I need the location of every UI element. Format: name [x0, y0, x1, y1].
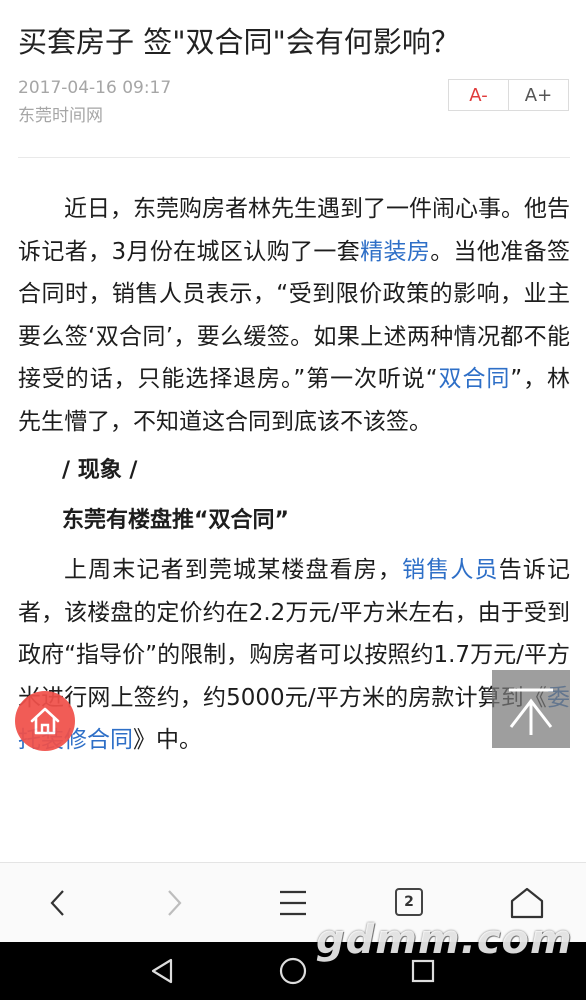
tabs-button[interactable]: 2	[395, 888, 423, 916]
home-icon	[30, 707, 60, 735]
site-watermark: gdmm.com	[316, 917, 573, 963]
home-floating-button[interactable]	[15, 691, 75, 751]
paragraph-visit: 上周末记者到莞城某楼盘看房，销售人员告诉记者，该楼盘的定价约在2.2万元/平方米…	[18, 549, 570, 762]
article-title: 买套房子 签"双合同"会有何影响？	[18, 25, 460, 59]
browser-forward-button[interactable]	[139, 863, 209, 943]
triangle-back-icon	[151, 958, 173, 984]
circle-home-icon	[279, 957, 307, 985]
chevron-left-icon	[50, 890, 64, 916]
keyword-link-sales[interactable]: 销售人员	[402, 557, 499, 583]
back-to-top-button[interactable]	[492, 670, 570, 748]
browser-back-button[interactable]	[23, 863, 93, 943]
font-size-control: A- A+	[448, 79, 569, 111]
publish-date: 2017-04-16 09:17	[18, 78, 172, 98]
article-source: 东莞时间网	[18, 106, 103, 126]
paragraph-intro: 近日，东莞购房者林先生遇到了一件闹心事。他告诉记者，3月份在城区认购了一套精装房…	[18, 188, 570, 443]
keyword-link-jingzhuangfang[interactable]: 精装房	[360, 239, 430, 265]
section-heading-phenomenon: / 现象 /	[62, 458, 138, 483]
font-decrease-button[interactable]: A-	[449, 80, 508, 110]
font-increase-button[interactable]: A+	[508, 80, 568, 110]
text-run: 上周末记者到莞城某楼盘看房，	[64, 557, 403, 583]
keyword-link-shuanghetong[interactable]: 双合同	[438, 366, 511, 392]
article-body: 近日，东莞购房者林先生遇到了一件闹心事。他告诉记者，3月份在城区认购了一套精装房…	[18, 188, 570, 762]
article-meta: 2017-04-16 09:17 东莞时间网	[18, 74, 418, 130]
chevron-right-icon	[168, 890, 182, 916]
section-subheading: 东莞有楼盘推“双合同”	[62, 507, 289, 533]
back-to-top-icon	[509, 688, 553, 735]
hamburger-menu-icon	[280, 890, 306, 916]
nav-back-button[interactable]	[127, 942, 197, 1000]
header-divider	[18, 157, 570, 158]
text-run: 》中。	[133, 727, 202, 753]
